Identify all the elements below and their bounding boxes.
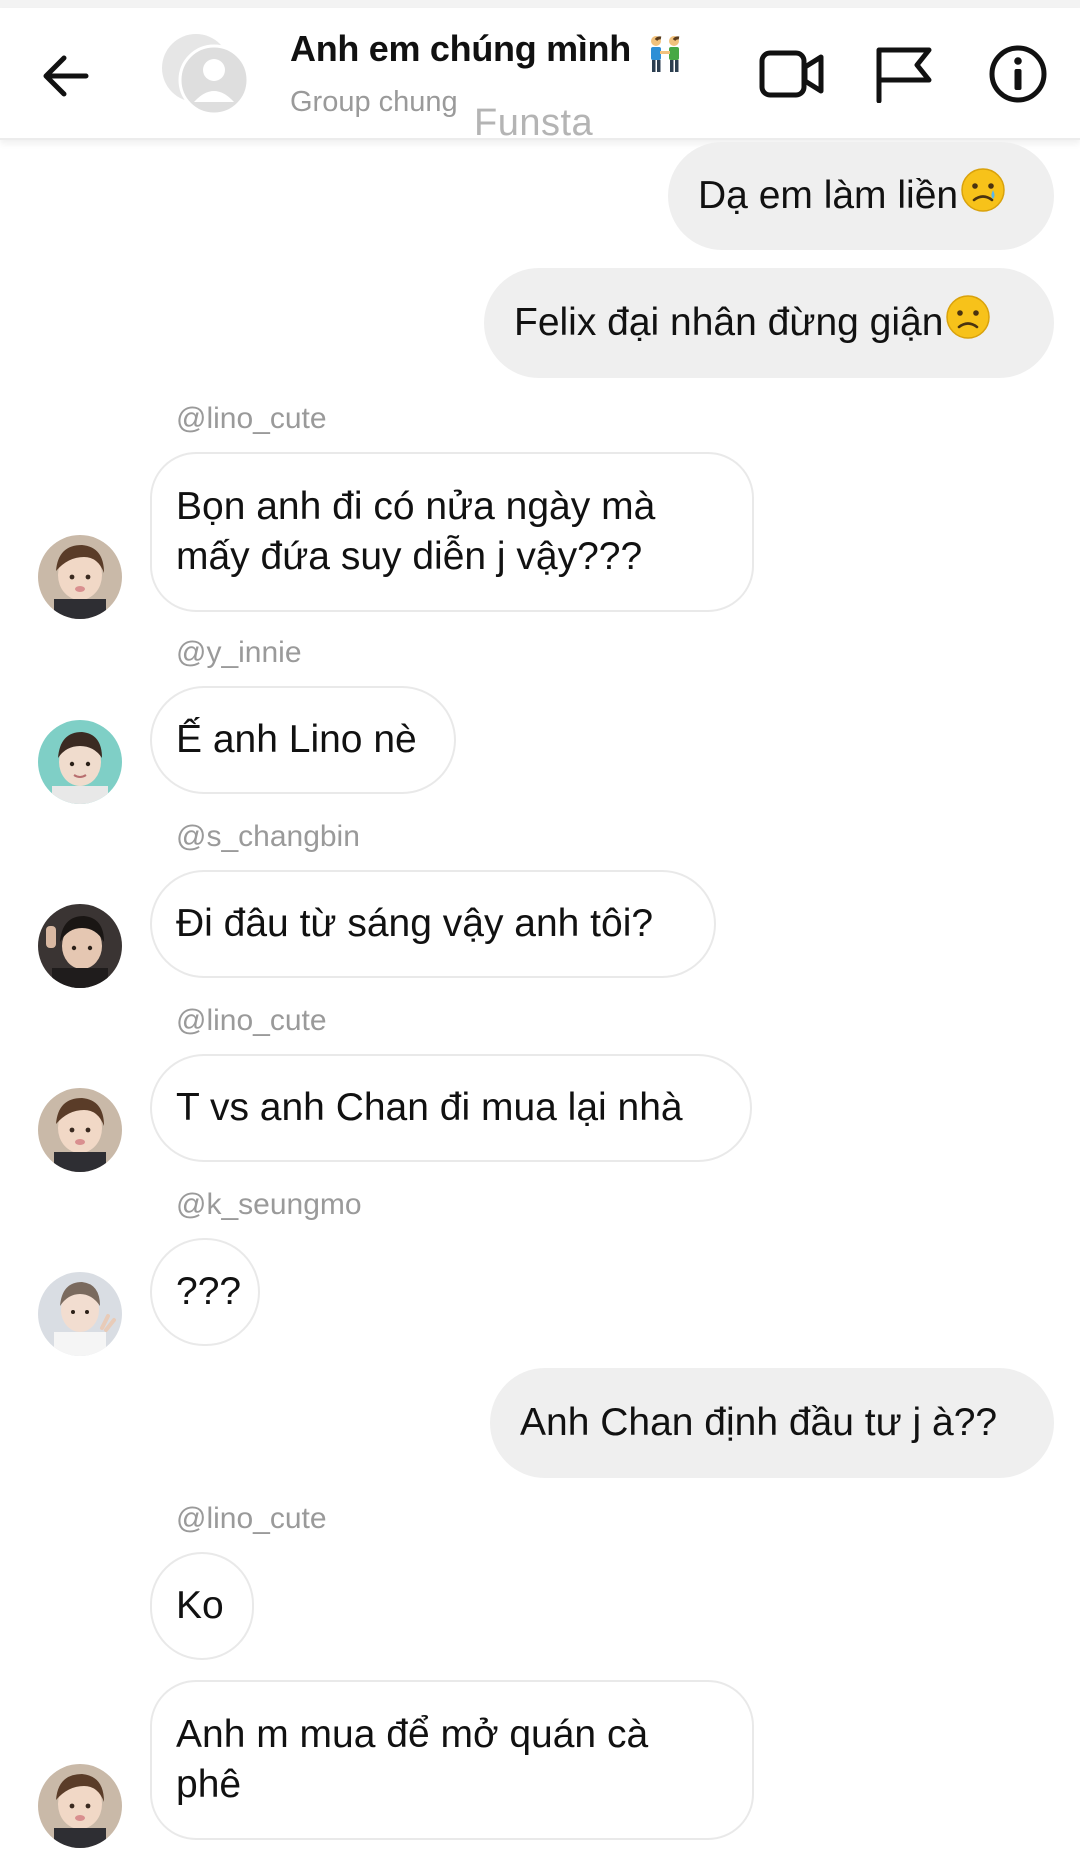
incoming-message[interactable]: Đi đâu từ sáng vậy anh tôi? (150, 870, 716, 978)
sender-name: @lino_cute (176, 1004, 327, 1037)
report-button[interactable] (870, 44, 938, 104)
sender-name: @lino_cute (176, 402, 327, 435)
message-text: Ế anh Lino nè (176, 718, 417, 761)
frowning-face-icon (945, 294, 991, 353)
message-line: phê (176, 1763, 242, 1806)
chat-header: Anh em chúng mình Group chung Funsta (0, 8, 1080, 144)
incoming-message[interactable]: Ế anh Lino nè (150, 686, 456, 794)
avatar[interactable] (38, 1272, 122, 1356)
outgoing-message[interactable]: Dạ em làm liền (668, 142, 1054, 250)
message-text: Dạ em làm liền (698, 174, 959, 217)
message-line: Bọn anh đi có nửa ngày mà (176, 485, 656, 528)
message-text: Anh Chan định đầu tư j à?? (520, 1401, 998, 1444)
incoming-message[interactable]: T vs anh Chan đi mua lại nhà (150, 1054, 752, 1162)
sad-tear-face-icon (960, 167, 1006, 226)
back-button[interactable] (36, 46, 96, 106)
incoming-message[interactable]: Anh m mua để mở quán cà phê (150, 1680, 754, 1840)
message-line: Anh m mua để mở quán cà (176, 1713, 649, 1756)
flag-icon (876, 47, 932, 103)
chat-title[interactable]: Anh em chúng mình (290, 28, 631, 70)
incoming-message[interactable]: Ko (150, 1552, 254, 1660)
avatar[interactable] (38, 1764, 122, 1848)
sender-name: @k_seungmo (176, 1188, 362, 1221)
sender-name: @lino_cute (176, 1502, 327, 1535)
avatar[interactable] (38, 720, 122, 804)
status-strip (0, 0, 1080, 8)
video-camera-icon (759, 50, 824, 98)
avatar[interactable] (38, 904, 122, 988)
watermark: Funsta (474, 102, 594, 144)
group-avatar[interactable] (160, 28, 252, 120)
avatar[interactable] (38, 1088, 122, 1172)
incoming-message[interactable]: Bọn anh đi có nửa ngày mà mấy đứa suy di… (150, 452, 754, 612)
message-line: mấy đứa suy diễn j vậy??? (176, 535, 643, 578)
message-text: Ko (176, 1584, 224, 1627)
outgoing-message[interactable]: Felix đại nhân đừng giận (484, 268, 1054, 378)
sender-name: @y_innie (176, 636, 302, 669)
two-men-holding-hands-icon (645, 34, 685, 79)
incoming-message[interactable]: ??? (150, 1238, 260, 1346)
avatar[interactable] (38, 535, 122, 619)
group-avatar-icon (162, 34, 250, 116)
outgoing-message[interactable]: Anh Chan định đầu tư j à?? (490, 1368, 1054, 1478)
arrow-left-icon (43, 55, 89, 97)
message-text: Felix đại nhân đừng giận (514, 301, 944, 344)
chat-subtitle: Group chung (290, 86, 458, 118)
video-call-button[interactable] (758, 44, 826, 104)
info-button[interactable] (984, 44, 1052, 104)
info-icon (989, 45, 1047, 103)
sender-name: @s_changbin (176, 820, 360, 853)
message-text: ??? (176, 1270, 242, 1313)
message-text: T vs anh Chan đi mua lại nhà (176, 1086, 683, 1129)
message-text: Đi đâu từ sáng vậy anh tôi? (176, 902, 654, 945)
